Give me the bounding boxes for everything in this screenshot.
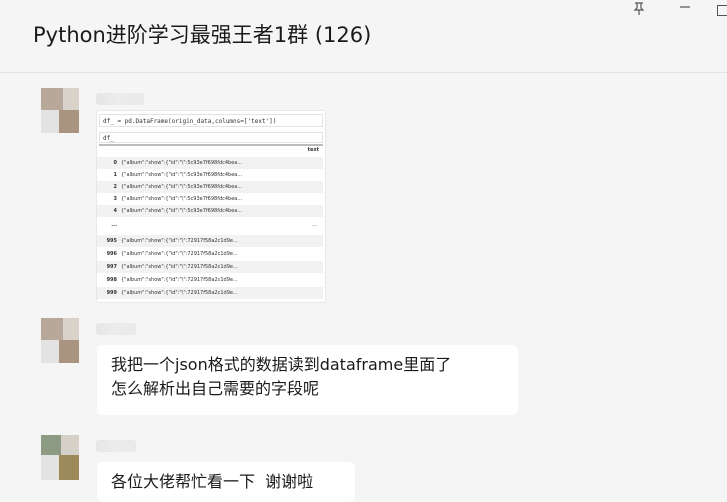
text-message[interactable]: 我把一个json格式的数据读到dataframe里面了 怎么解析出自己需要的字段… bbox=[97, 345, 518, 415]
minimize-icon[interactable] bbox=[678, 0, 692, 18]
row-index: ... bbox=[111, 222, 117, 228]
table-row: 997 {"album":"show":{"id":"\":72917f58a2c… bbox=[97, 261, 323, 273]
message-line: 我把一个json格式的数据读到dataframe里面了 bbox=[111, 355, 452, 374]
column-header: text bbox=[307, 147, 319, 153]
row-value: {"album":"show":{"id":"\":5c93e7f698fdc4… bbox=[121, 172, 243, 178]
table-row: 2 {"album":"show":{"id":"\":5c93e7f698fdc… bbox=[97, 181, 323, 193]
chat-title: Python进阶学习最强王者1群 (126) bbox=[33, 23, 372, 47]
table-row: ...... bbox=[97, 219, 323, 231]
row-index: 996 bbox=[106, 251, 117, 257]
row-index: 998 bbox=[106, 277, 117, 283]
output-label: df_ bbox=[99, 132, 323, 143]
message-line: 各位大佬帮忙看一下 谢谢啦 bbox=[111, 472, 314, 491]
row-index: 995 bbox=[106, 238, 117, 244]
avatar[interactable] bbox=[41, 88, 79, 133]
sender-name bbox=[96, 93, 144, 105]
row-index: 0 bbox=[113, 160, 117, 166]
sender-name bbox=[96, 440, 136, 452]
row-value: {"album":"show":{"id":"\":72917f58a2c1d9… bbox=[121, 238, 238, 244]
pin-icon[interactable] bbox=[632, 2, 646, 20]
table-row: 3 {"album":"show":{"id":"\":5c93e7f698fdc… bbox=[97, 193, 323, 205]
sender-name bbox=[96, 323, 136, 335]
row-index: 999 bbox=[106, 290, 117, 296]
row-index: 1 bbox=[113, 172, 117, 178]
table-row: 1 {"album":"show":{"id":"\":5c93e7f698fdc… bbox=[97, 169, 323, 181]
row-value: ... bbox=[312, 222, 317, 228]
avatar[interactable] bbox=[41, 435, 79, 480]
table-row: 4 {"album":"show":{"id":"\":5c93e7f698fdc… bbox=[97, 205, 323, 217]
row-value: {"album":"show":{"id":"\":5c93e7f698fdc4… bbox=[121, 208, 243, 214]
chat-header: Python进阶学习最强王者1群 (126) bbox=[0, 0, 727, 73]
row-value: {"album":"show":{"id":"\":5c93e7f698fdc4… bbox=[121, 196, 243, 202]
table-row: 995 {"album":"show":{"id":"\":72917f58a2c… bbox=[97, 235, 323, 247]
text-message[interactable]: 各位大佬帮忙看一下 谢谢啦 bbox=[97, 462, 355, 502]
row-value: {"album":"show":{"id":"\":5c93e7f698fdc4… bbox=[121, 184, 243, 190]
row-value: {"album":"show":{"id":"\":72917f58a2c1d9… bbox=[121, 290, 238, 296]
maximize-icon[interactable] bbox=[717, 5, 727, 16]
message-line: 怎么解析出自己需要的字段呢 bbox=[111, 379, 320, 398]
table-row: 0 {"album":"show":{"id":"\":5c93e7f698fdc… bbox=[97, 157, 323, 169]
table-row: 999 {"album":"show":{"id":"\":72917f58a2c… bbox=[97, 287, 323, 299]
row-value: {"album":"show":{"id":"\":5c93e7f698fdc4… bbox=[121, 160, 243, 166]
table-row: 996 {"album":"show":{"id":"\":72917f58a2c… bbox=[97, 248, 323, 260]
row-index: 997 bbox=[106, 264, 117, 270]
row-index: 2 bbox=[113, 184, 117, 190]
table-divider bbox=[99, 144, 323, 146]
row-value: {"album":"show":{"id":"\":72917f58a2c1d9… bbox=[121, 277, 238, 283]
row-index: 4 bbox=[113, 208, 117, 214]
row-value: {"album":"show":{"id":"\":72917f58a2c1d9… bbox=[121, 251, 238, 257]
table-row: 998 {"album":"show":{"id":"\":72917f58a2c… bbox=[97, 274, 323, 286]
avatar[interactable] bbox=[41, 318, 79, 363]
row-index: 3 bbox=[113, 196, 117, 202]
row-value: {"album":"show":{"id":"\":72917f58a2c1d9… bbox=[121, 264, 238, 270]
code-line: df_ = pd.DataFrame(origin_data,columns=[… bbox=[99, 114, 323, 127]
image-message[interactable]: df_ = pd.DataFrame(origin_data,columns=[… bbox=[96, 110, 326, 303]
